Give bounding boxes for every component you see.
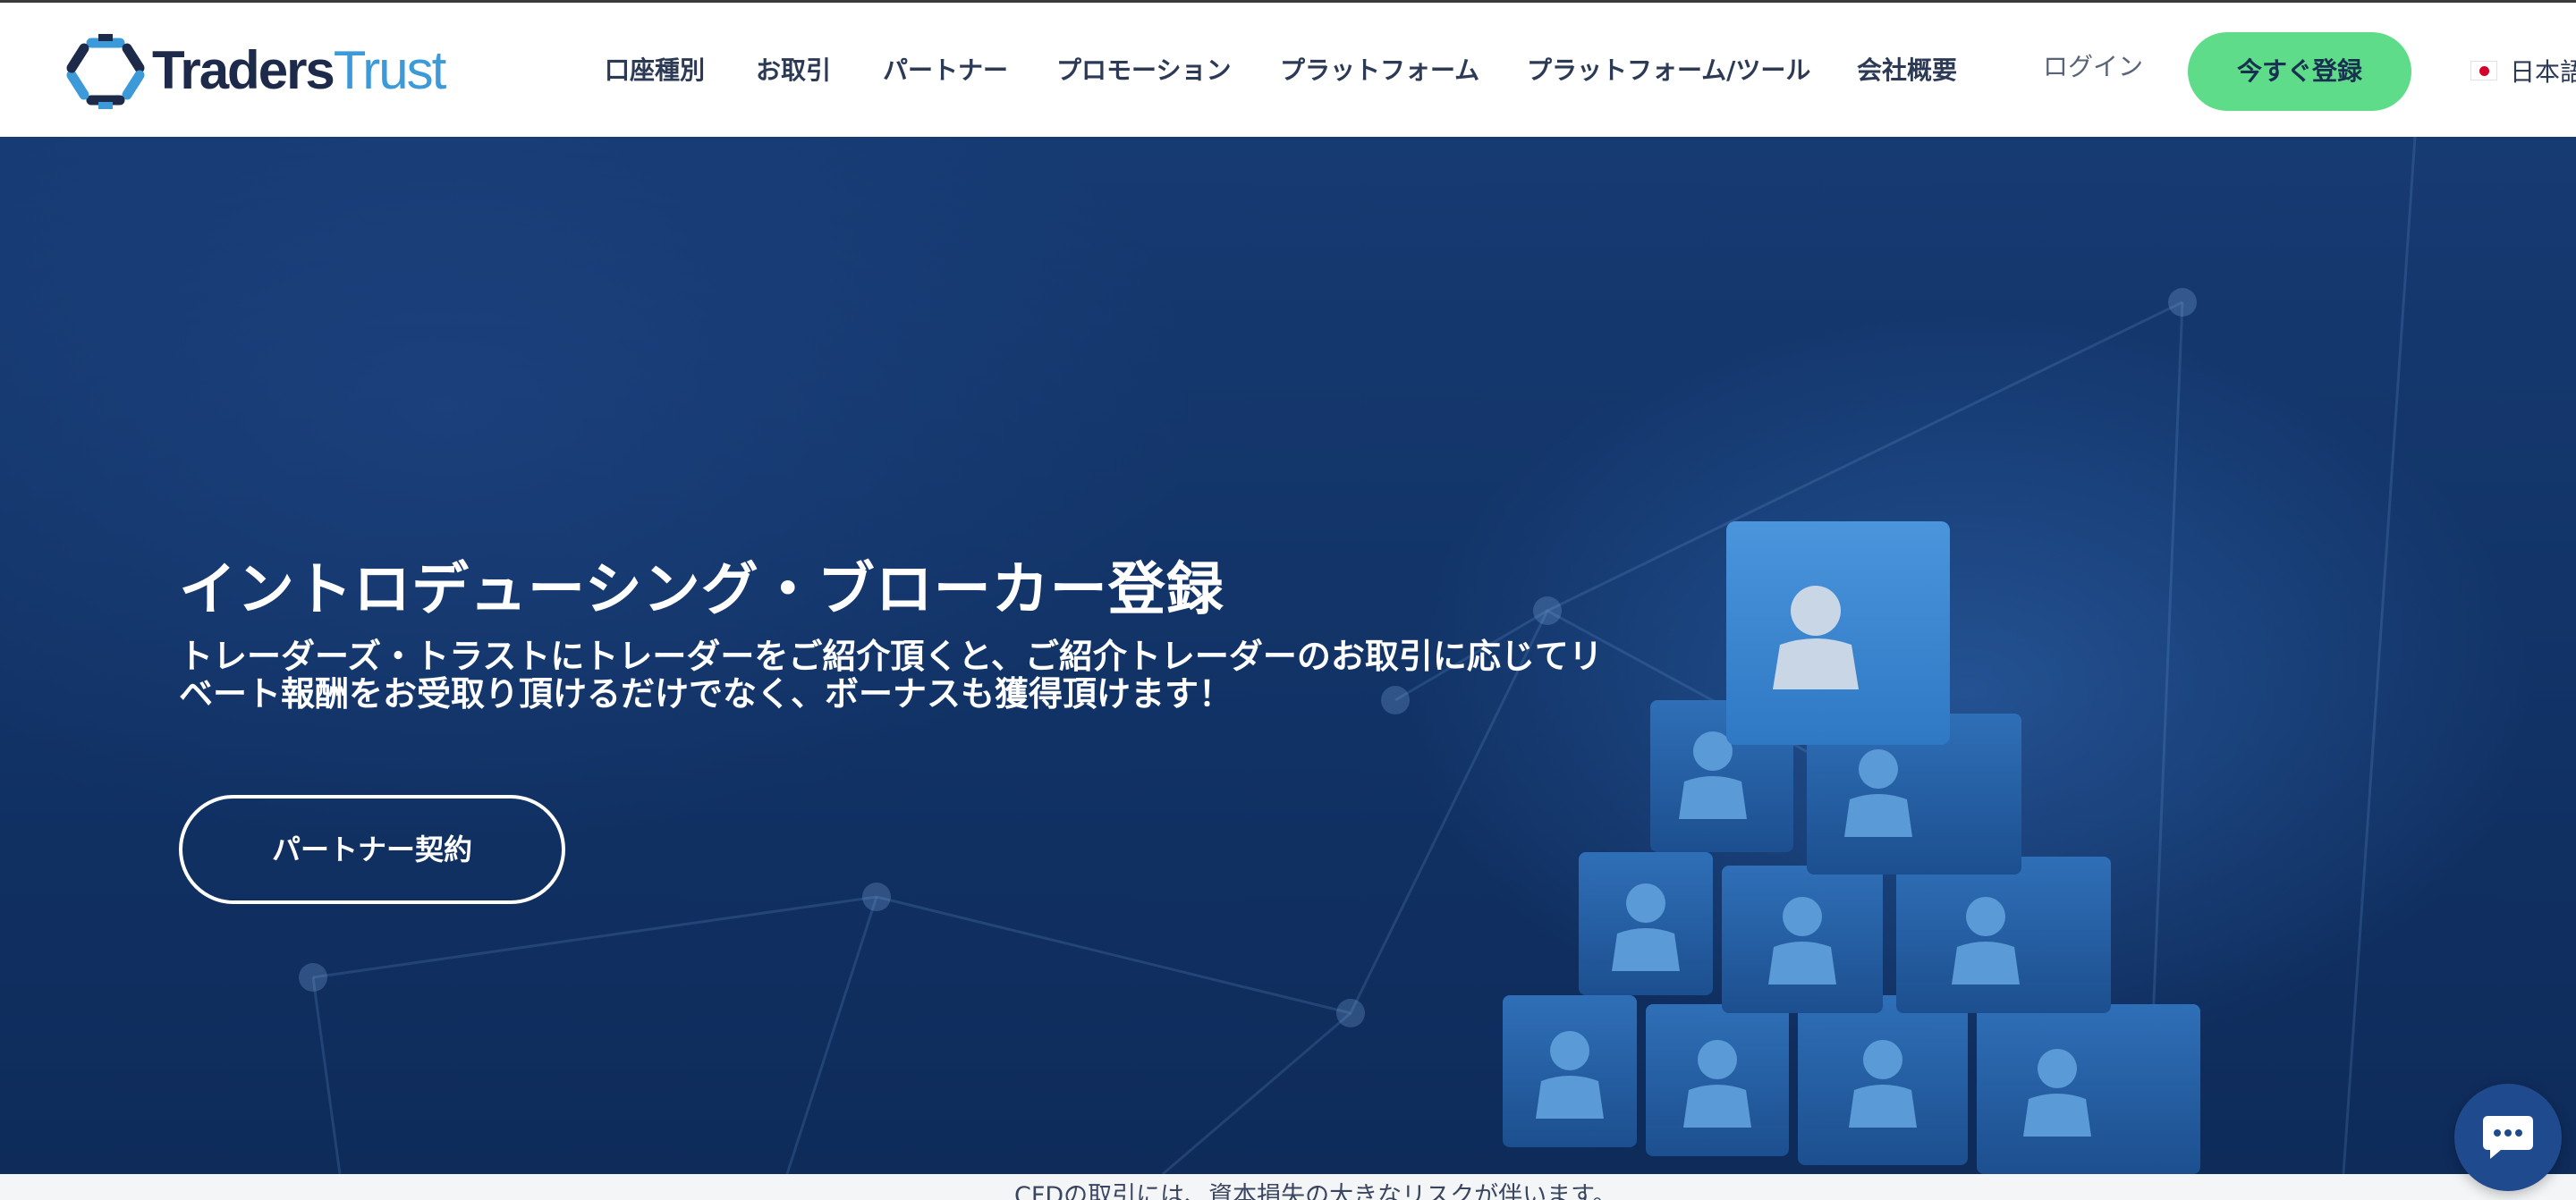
chat-widget-button[interactable] xyxy=(2454,1084,2562,1191)
nav-item-platform-tools[interactable]: プラットフォーム/ツール xyxy=(1527,47,1810,94)
hero-subtitle: トレーダーズ・トラストにトレーダーをご紹介頂くと、ご紹介トレーダーのお取引に応じ… xyxy=(179,637,1603,714)
logo-wordmark: TradersTrust xyxy=(152,44,446,97)
logo-wordmark-traders: Traders xyxy=(152,40,335,100)
chat-bubble-icon xyxy=(2483,1116,2533,1159)
hexagon-arrows-logo-icon xyxy=(66,34,145,109)
nav-item-company[interactable]: 会社概要 xyxy=(1857,47,1957,94)
risk-warning-bar: CFDの取引には、資本損失の大きなリスクが伴います。 xyxy=(0,1174,2576,1200)
login-link[interactable]: ログイン xyxy=(2043,44,2143,90)
nav-item-partners[interactable]: パートナー xyxy=(883,47,1008,94)
language-selector[interactable]: 日本語 xyxy=(2470,47,2576,94)
partner-contract-button[interactable]: パートナー契約 xyxy=(179,795,565,904)
traders-trust-logo[interactable]: TradersTrust xyxy=(64,32,467,109)
logo-wordmark-trust: Trust xyxy=(333,40,446,100)
nav-item-platforms[interactable]: プラットフォーム xyxy=(1280,47,1479,94)
risk-warning-text: CFDの取引には、資本損失の大きなリスクが伴います。 xyxy=(1014,1182,1617,1200)
signup-button[interactable]: 今すぐ登録 xyxy=(2188,32,2411,111)
hero-title: イントロデューシング・ブローカー登録 xyxy=(179,557,1224,623)
nav-item-promotions[interactable]: プロモーション xyxy=(1056,47,1231,94)
site-header: TradersTrust 口座種別 お取引 パートナー プロモーション プラット… xyxy=(0,3,2576,137)
people-cube-pyramid-illustration xyxy=(1503,521,2200,1174)
nav-item-account-types[interactable]: 口座種別 xyxy=(605,47,705,94)
hero-banner: イントロデューシング・ブローカー登録 トレーダーズ・トラストにトレーダーをご紹介… xyxy=(0,137,2576,1174)
nav-item-trading[interactable]: お取引 xyxy=(756,47,831,94)
language-label: 日本語 xyxy=(2510,57,2576,87)
japan-flag-icon xyxy=(2470,61,2497,80)
